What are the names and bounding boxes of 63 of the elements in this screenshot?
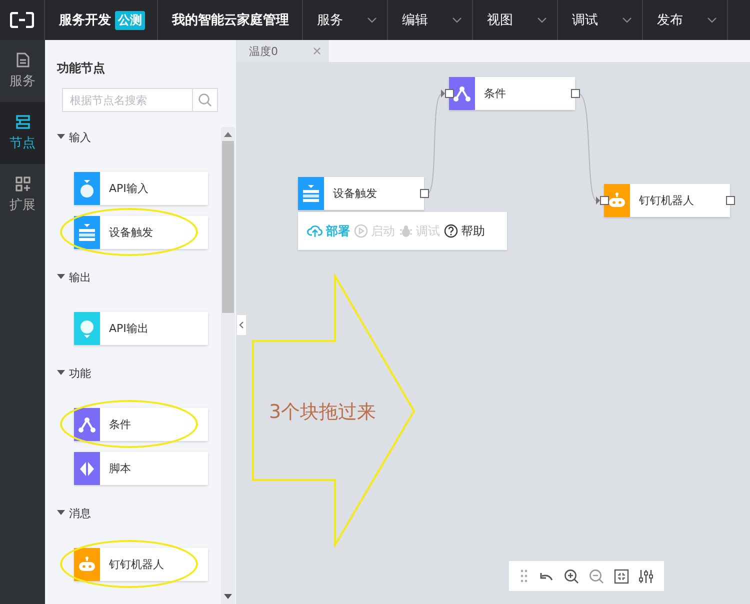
nodes-icon xyxy=(14,114,30,130)
sidebar-tab[interactable]: 扩展 xyxy=(0,164,45,226)
caret-icon xyxy=(57,134,65,140)
sidebar-tab[interactable]: 节点 xyxy=(0,102,45,164)
flow-node[interactable]: 设备触发 xyxy=(298,177,424,210)
drop-icon xyxy=(78,178,96,198)
branch-icon xyxy=(78,414,96,434)
node-item[interactable]: 脚本 xyxy=(74,452,208,485)
caret-icon xyxy=(537,17,547,23)
sidebar-tab[interactable]: 服务 xyxy=(0,40,45,102)
output-port[interactable] xyxy=(420,189,429,198)
help-icon xyxy=(444,224,458,238)
fit-view-icon[interactable] xyxy=(614,568,629,584)
node-item[interactable]: API输入 xyxy=(74,172,208,205)
node-item[interactable]: 条件 xyxy=(74,408,208,441)
stack-icon xyxy=(302,184,320,204)
toolbar-button[interactable]: 帮助 xyxy=(443,222,486,240)
panel-title: 功能节点 xyxy=(56,60,106,77)
branch-icon xyxy=(453,84,471,104)
zoom-out-icon[interactable] xyxy=(589,568,604,584)
node-item[interactable]: 钉钉机器人 xyxy=(74,548,208,581)
scrollbar[interactable] xyxy=(221,127,235,604)
logo-icon xyxy=(10,12,34,28)
search-field[interactable]: 根据节点名搜索 xyxy=(62,88,192,112)
group-header[interactable]: 功能 xyxy=(45,363,221,383)
chevron-icon xyxy=(239,321,244,329)
document-icon xyxy=(16,52,30,68)
flow-node[interactable]: 条件 xyxy=(449,77,575,110)
scroll-up-icon xyxy=(224,132,232,137)
group-header[interactable]: 消息 xyxy=(45,503,221,523)
input-port[interactable] xyxy=(441,89,454,98)
output-port[interactable] xyxy=(726,196,735,205)
play-icon xyxy=(354,224,368,238)
node-item[interactable]: API输出 xyxy=(74,312,208,345)
caret-icon xyxy=(707,17,717,23)
node-item[interactable]: 设备触发 xyxy=(74,216,208,249)
caret-icon xyxy=(57,274,65,280)
bug-icon xyxy=(399,224,413,238)
sliders-icon[interactable] xyxy=(639,568,653,584)
flow-node[interactable]: 钉钉机器人 xyxy=(604,184,730,217)
collapse-handle[interactable] xyxy=(237,315,246,335)
caret-icon xyxy=(57,370,65,376)
output-port[interactable] xyxy=(571,89,580,98)
grid-icon xyxy=(14,176,30,192)
caret-icon xyxy=(452,17,462,23)
cloud-upload-icon xyxy=(307,224,323,238)
annotation-text: 3个块拖过来 xyxy=(269,400,376,425)
beta-badge: 公测 xyxy=(115,10,145,30)
zoom-in-icon[interactable] xyxy=(564,568,579,584)
drag-handle-icon[interactable] xyxy=(520,569,528,583)
input-port[interactable] xyxy=(596,196,609,205)
product-name: 服务开发 xyxy=(59,12,111,29)
group-header[interactable]: 输出 xyxy=(45,267,221,287)
scroll-down-icon xyxy=(224,594,232,599)
canvas-tab[interactable]: 温度0 xyxy=(237,40,329,62)
caret-icon xyxy=(57,510,65,516)
stack-icon xyxy=(78,222,96,242)
drop-icon xyxy=(78,318,96,338)
group-header[interactable]: 输入 xyxy=(45,127,221,147)
search-icon xyxy=(198,93,212,107)
caret-icon xyxy=(367,17,377,23)
undo-icon[interactable] xyxy=(538,570,554,582)
caret-icon xyxy=(622,17,632,23)
